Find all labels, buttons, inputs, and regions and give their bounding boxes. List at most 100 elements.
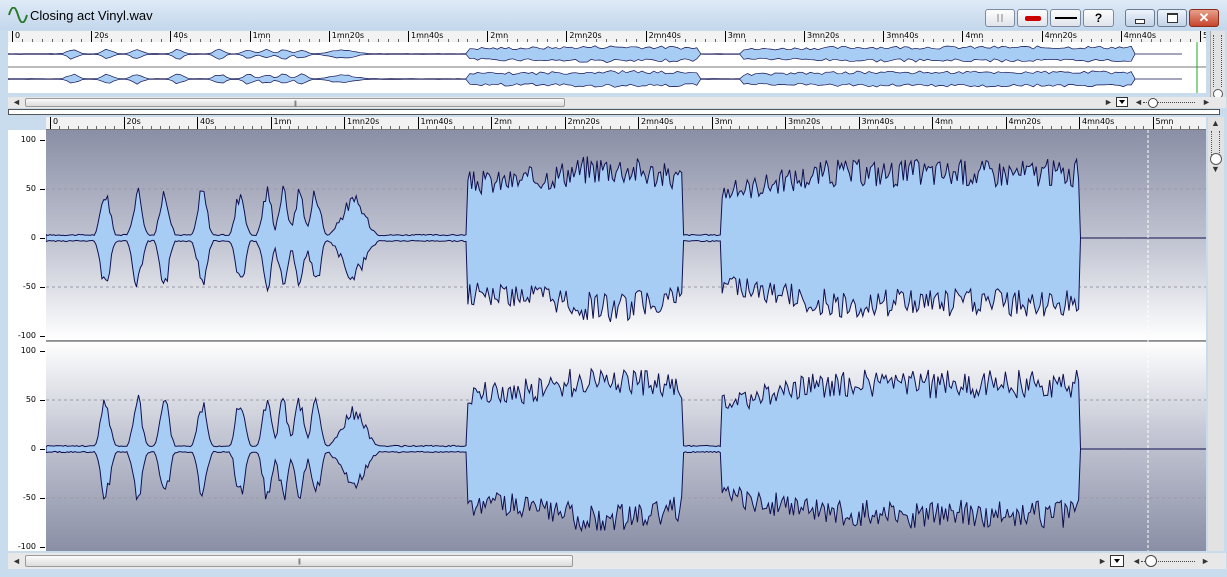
ruler-minor-tick — [794, 126, 796, 129]
amplitude-label: -100 — [17, 331, 36, 340]
ruler-label: 4mn — [965, 31, 984, 40]
ruler-minor-tick — [968, 126, 970, 129]
amplitude-tick — [40, 498, 45, 499]
ruler-minor-tick — [59, 126, 61, 129]
main-scroll-left-icon[interactable]: ◄ — [12, 557, 21, 566]
vertical-zoom-bar[interactable]: ▲ ▼ — [1208, 117, 1224, 551]
main-zoom-right-icon[interactable]: ► — [1201, 557, 1210, 566]
pause-button[interactable] — [985, 9, 1015, 27]
main-dropdown-button[interactable] — [1110, 555, 1124, 567]
ruler-major-tick — [858, 117, 860, 129]
amplitude-tick — [40, 238, 45, 239]
ruler-minor-tick — [160, 126, 162, 129]
overview-scroll-left-icon[interactable]: ◄ — [12, 98, 21, 107]
ruler-minor-tick — [224, 126, 226, 129]
ruler-minor-tick — [1189, 126, 1191, 129]
line-button[interactable] — [1050, 9, 1081, 27]
overview-zoom-scroll[interactable] — [1210, 31, 1225, 99]
ruler-minor-tick — [830, 126, 832, 129]
ruler-minor-tick — [527, 126, 529, 129]
ruler-minor-tick — [233, 126, 235, 129]
ruler-minor-tick — [1106, 126, 1108, 129]
ruler-major-tick — [417, 117, 419, 129]
ruler-label: 5mn — [1155, 117, 1174, 126]
ruler-minor-tick — [959, 126, 961, 129]
main-scroll-thumb[interactable]: ||| — [25, 555, 573, 567]
amplitude-label: 50 — [25, 184, 36, 193]
overview-waveform[interactable] — [8, 42, 1206, 93]
ruler-major-tick — [645, 31, 647, 42]
ruler-minor-tick — [610, 126, 612, 129]
ruler-major-tick — [1120, 31, 1122, 42]
ruler-minor-tick — [996, 126, 998, 129]
ruler-minor-tick — [1170, 126, 1172, 129]
amplitude-tick — [40, 189, 45, 190]
panel-separator — [8, 109, 1220, 115]
overview-zoom-right-icon[interactable]: ► — [1202, 98, 1211, 107]
line-icon — [1054, 17, 1077, 19]
ruler-minor-tick — [555, 126, 557, 129]
ruler-minor-tick — [904, 126, 906, 129]
record-button[interactable] — [1017, 9, 1048, 27]
ruler-major-tick — [408, 31, 409, 42]
ruler-minor-tick — [399, 126, 401, 129]
ruler-minor-tick — [922, 126, 924, 129]
ruler-minor-tick — [261, 126, 263, 129]
chevron-down-icon — [1114, 559, 1120, 563]
ruler-minor-tick — [977, 126, 979, 129]
ruler-minor-tick — [1014, 126, 1016, 129]
ruler-minor-tick — [105, 126, 107, 129]
ruler-minor-tick — [665, 126, 667, 129]
ruler-major-tick — [197, 117, 198, 129]
main-scroll-right-icon[interactable]: ► — [1098, 557, 1107, 566]
ruler-minor-tick — [720, 126, 722, 129]
main-waveform-display[interactable] — [46, 130, 1206, 551]
main-zoom-slider-knob[interactable] — [1145, 555, 1157, 567]
ruler-minor-tick — [775, 126, 777, 129]
ruler-minor-tick — [748, 126, 750, 129]
vertical-zoom-up-icon[interactable]: ▲ — [1211, 119, 1220, 128]
ruler-minor-tick — [913, 126, 915, 129]
ruler-minor-tick — [288, 126, 290, 129]
ruler-minor-tick — [215, 126, 217, 129]
amplitude-label: 100 — [20, 346, 36, 355]
overview-scrollbar[interactable]: ◄ ||| ► ◄ ► — [8, 97, 1226, 108]
ruler-minor-tick — [693, 126, 695, 129]
close-button[interactable]: ✕ — [1189, 9, 1219, 27]
amplitude-label: 0 — [30, 444, 36, 453]
overview-zoom-slider-knob[interactable] — [1148, 98, 1158, 108]
minimize-button[interactable] — [1125, 9, 1155, 27]
overview-zoom-left-icon[interactable]: ◄ — [1134, 98, 1143, 107]
amplitude-label: -100 — [17, 542, 36, 551]
ruler-minor-tick — [766, 126, 768, 129]
maximize-button[interactable] — [1157, 9, 1187, 27]
main-zoom-left-icon[interactable]: ◄ — [1132, 557, 1141, 566]
vertical-zoom-down-icon[interactable]: ▼ — [1211, 165, 1220, 174]
overview-scroll-thumb[interactable]: ||| — [25, 98, 565, 107]
overview-dropdown-button[interactable] — [1116, 97, 1128, 107]
ruler-minor-tick — [536, 126, 538, 129]
amplitude-tick — [40, 336, 45, 337]
ruler-minor-tick — [1161, 126, 1163, 129]
overview-scroll-right-icon[interactable]: ► — [1104, 98, 1113, 107]
ruler-major-tick — [123, 117, 125, 129]
ruler-minor-tick — [628, 126, 630, 129]
ruler-label: 2mn20s — [567, 117, 600, 126]
ruler-label: 2mn — [494, 117, 512, 126]
ruler-minor-tick — [298, 126, 300, 129]
ruler-major-tick — [724, 31, 726, 42]
help-button[interactable]: ? — [1083, 9, 1114, 27]
ruler-minor-tick — [1033, 126, 1035, 129]
ruler-minor-tick — [178, 126, 180, 129]
ruler-major-tick — [12, 31, 13, 42]
ruler-major-tick — [491, 117, 492, 129]
ruler-minor-tick — [1124, 126, 1126, 129]
ruler-minor-tick — [408, 126, 410, 129]
amplitude-tick — [40, 351, 45, 352]
ruler-minor-tick — [840, 126, 842, 129]
amplitude-tick — [40, 400, 45, 401]
chevron-down-icon — [1119, 100, 1125, 104]
ruler-minor-tick — [647, 126, 649, 129]
ruler-minor-tick — [1134, 126, 1136, 129]
main-scrollbar[interactable]: ◄ ||| ► ◄ ► — [8, 553, 1226, 569]
